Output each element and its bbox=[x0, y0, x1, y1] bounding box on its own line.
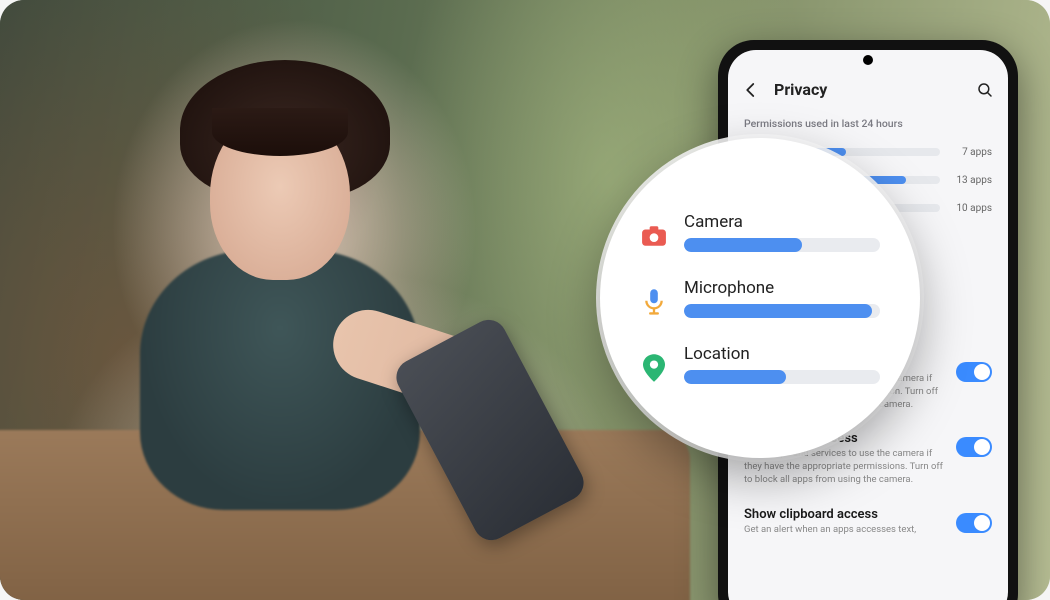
mag-row-camera: Camera bbox=[640, 212, 880, 252]
mag-row-location: Location bbox=[640, 344, 880, 384]
mag-camera-track bbox=[684, 238, 880, 252]
magnifier-callout: Camera Microphone Location bbox=[600, 138, 920, 458]
location-icon bbox=[640, 354, 668, 382]
clipboard-access-title: Show clipboard access bbox=[744, 507, 944, 522]
search-icon bbox=[976, 81, 994, 99]
back-button[interactable] bbox=[742, 81, 760, 99]
mag-microphone-fill bbox=[684, 304, 872, 318]
search-button[interactable] bbox=[976, 81, 994, 99]
mag-row-microphone: Microphone bbox=[640, 278, 880, 318]
clipboard-access-row[interactable]: Show clipboard access Get an alert when … bbox=[728, 497, 1008, 547]
microphone-access-toggle[interactable] bbox=[956, 437, 992, 457]
settings-header: Privacy bbox=[728, 70, 1008, 113]
location-count: 10 apps bbox=[950, 203, 992, 214]
page-title: Privacy bbox=[774, 80, 962, 99]
camera-count: 7 apps bbox=[950, 147, 992, 158]
mag-location-fill bbox=[684, 370, 786, 384]
status-bar bbox=[728, 50, 1008, 70]
mag-microphone-label: Microphone bbox=[684, 278, 880, 298]
camera-icon bbox=[640, 222, 668, 250]
promo-frame: Privacy Permissions used in last 24 hour… bbox=[0, 0, 1050, 600]
clipboard-access-desc: Get an alert when an apps accesses text, bbox=[744, 524, 944, 537]
back-icon bbox=[742, 81, 760, 99]
mag-location-track bbox=[684, 370, 880, 384]
mag-microphone-track bbox=[684, 304, 880, 318]
mag-location-label: Location bbox=[684, 344, 880, 364]
microphone-count: 13 apps bbox=[950, 175, 992, 186]
clipboard-access-toggle[interactable] bbox=[956, 513, 992, 533]
photo-bangs bbox=[212, 108, 348, 156]
camera-access-toggle[interactable] bbox=[956, 362, 992, 382]
microphone-icon bbox=[640, 288, 668, 316]
mag-camera-fill bbox=[684, 238, 802, 252]
camera-cutout bbox=[863, 55, 873, 65]
permissions-section-label: Permissions used in last 24 hours bbox=[728, 113, 1008, 138]
mag-camera-label: Camera bbox=[684, 212, 880, 232]
